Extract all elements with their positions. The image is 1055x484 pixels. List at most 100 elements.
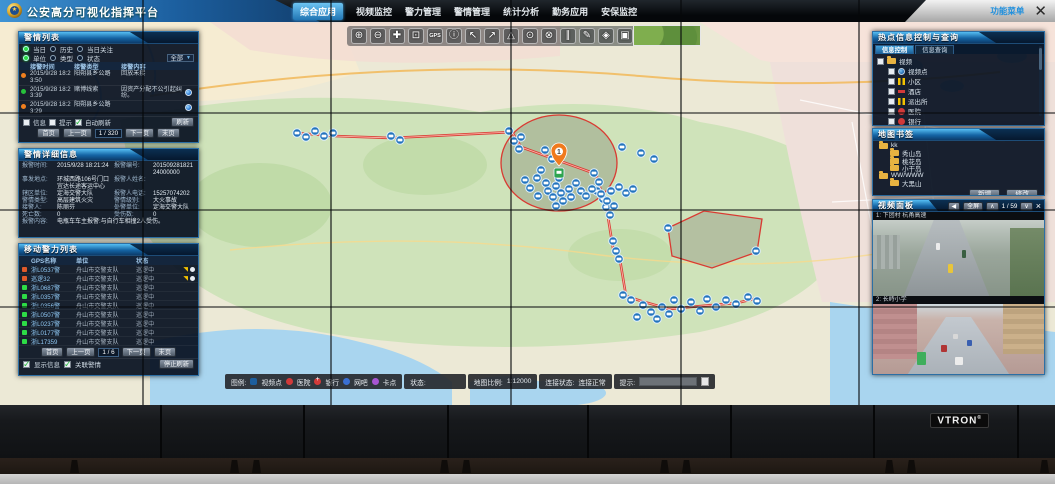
camera-marker[interactable] <box>619 291 628 300</box>
camera-marker[interactable] <box>396 136 405 145</box>
clear-icon[interactable]: ⊗ <box>541 28 557 44</box>
camera-marker[interactable] <box>590 169 599 178</box>
locate-globe-icon[interactable] <box>185 89 192 96</box>
tree-checkbox[interactable] <box>888 98 895 105</box>
camera-marker[interactable] <box>293 129 302 138</box>
table-row[interactable]: 巡逻32舟山市交警支队巡逻中 ◥ <box>19 274 198 283</box>
radio-history[interactable] <box>50 46 56 52</box>
camera-marker[interactable] <box>541 146 550 155</box>
radio-today-follow[interactable] <box>77 46 83 52</box>
camera-marker[interactable] <box>588 185 597 194</box>
bookmark-item[interactable]: 秀山岛 <box>873 150 1044 158</box>
tree-item[interactable]: 酒店 <box>873 86 1044 96</box>
table-row[interactable]: 浙L0507警舟山市交警支队巡逻中 <box>19 310 198 319</box>
show-info-checkbox[interactable] <box>23 361 30 368</box>
camera-marker[interactable] <box>302 133 311 142</box>
camera-marker[interactable] <box>637 149 646 158</box>
overview-map-thumbnail[interactable] <box>633 25 701 46</box>
radio-status[interactable] <box>77 55 83 61</box>
radio-unit[interactable] <box>23 55 29 61</box>
menu-item-force[interactable]: 警力管理 <box>405 5 441 18</box>
draw-pencil-icon[interactable]: ✎ <box>579 28 595 44</box>
camera-marker[interactable] <box>311 127 320 136</box>
menu-item-stats[interactable]: 统计分析 <box>503 5 539 18</box>
camera-marker[interactable] <box>537 166 546 175</box>
table-row[interactable]: 2015/9/28 18:23:39赌博线索因资产分配不公引起纠纷。 <box>19 86 198 102</box>
prev-page-button[interactable]: 上一页 <box>66 347 95 357</box>
table-row[interactable]: 浙L0237警舟山市交警支队巡逻中 <box>19 319 198 328</box>
polyline-select-icon[interactable]: ↗ <box>484 28 500 44</box>
menu-item-video[interactable]: 视频监控 <box>356 5 392 18</box>
first-page-button[interactable]: 首页 <box>41 347 64 357</box>
camera-marker[interactable] <box>572 179 581 188</box>
camera-marker[interactable] <box>505 127 514 136</box>
camera-marker[interactable] <box>647 308 656 317</box>
full-extent-icon[interactable]: ⊡ <box>408 28 424 44</box>
camera-marker[interactable] <box>567 193 576 202</box>
camera-marker[interactable] <box>517 133 526 142</box>
camera-marker[interactable] <box>387 132 396 141</box>
filter-dropdown[interactable]: 全部▼ <box>167 54 194 62</box>
tree-item[interactable]: 银行 <box>873 116 1044 126</box>
radio-type[interactable] <box>50 55 56 61</box>
camera-marker[interactable] <box>521 176 530 185</box>
camera-marker[interactable] <box>606 211 615 220</box>
tree-item[interactable]: 小区 <box>873 76 1044 86</box>
camera-marker[interactable] <box>549 193 558 202</box>
camera-marker[interactable] <box>615 255 624 264</box>
camera-marker[interactable] <box>515 145 524 154</box>
auto-refresh-checkbox[interactable] <box>75 119 82 126</box>
table-row[interactable]: 浙L0537警舟山市交警支队巡逻中 ◥ <box>19 265 198 274</box>
bookmark-item[interactable]: kk <box>873 142 1044 150</box>
camera-marker[interactable] <box>665 310 674 319</box>
tree-checkbox[interactable] <box>877 58 884 65</box>
close-icon[interactable]: ✕ <box>1034 4 1047 19</box>
last-page-button[interactable]: 末页 <box>157 128 180 138</box>
prev-page-button[interactable]: 上一页 <box>63 128 92 138</box>
camera-marker[interactable] <box>615 183 624 192</box>
refresh-button[interactable]: 刷新 <box>171 117 194 127</box>
zoom-box-icon[interactable]: ⊙ <box>522 28 538 44</box>
export-icon[interactable]: ▣ <box>617 28 633 44</box>
menu-item-alarm[interactable]: 警情管理 <box>454 5 490 18</box>
camera-marker[interactable] <box>703 295 712 304</box>
tab-info-control[interactable]: 信息控制 <box>875 45 914 54</box>
bookmark-modify-button[interactable]: 修改 <box>1006 189 1038 196</box>
select-arrow-icon[interactable]: ↖ <box>465 28 481 44</box>
camera-marker[interactable] <box>534 192 543 201</box>
function-menu-button[interactable]: 功能菜单 <box>990 5 1024 17</box>
camera-marker[interactable] <box>744 293 753 302</box>
table-row[interactable]: 浙L0357警舟山市交警支队巡逻中 <box>19 292 198 301</box>
camera-marker[interactable] <box>526 184 535 193</box>
tab-info-query[interactable]: 信息查询 <box>915 45 954 54</box>
camera-marker[interactable] <box>687 298 696 307</box>
eraser-icon[interactable]: ◈ <box>598 28 614 44</box>
stop-refresh-button[interactable]: 停止刷新 <box>159 359 194 369</box>
camera-marker[interactable] <box>533 174 542 183</box>
first-page-button[interactable]: 首页 <box>37 128 60 138</box>
tree-item[interactable]: 视频 <box>873 56 1044 66</box>
camera-marker[interactable] <box>650 155 659 164</box>
next-page-button[interactable]: 下一页 <box>122 347 151 357</box>
camera-marker[interactable] <box>653 315 662 324</box>
tip-input[interactable] <box>639 377 697 386</box>
camera-marker[interactable] <box>565 185 574 194</box>
info-icon[interactable]: ⓘ <box>446 28 462 44</box>
tree-checkbox[interactable] <box>888 118 895 125</box>
camera-marker[interactable] <box>320 132 329 141</box>
camera-marker[interactable] <box>664 224 673 233</box>
pan-icon[interactable]: ✚ <box>389 28 405 44</box>
bookmark-item[interactable]: 小干岛 <box>873 165 1044 173</box>
next-page-button[interactable]: 下一页 <box>125 128 154 138</box>
menu-item-security[interactable]: 安保监控 <box>601 5 637 18</box>
camera-marker[interactable] <box>542 179 551 188</box>
tree-item[interactable]: 医院 <box>873 106 1044 116</box>
tree-item[interactable]: 视频点 <box>873 66 1044 76</box>
tree-item[interactable]: 派出所 <box>873 96 1044 106</box>
radio-today[interactable] <box>23 46 29 52</box>
camera-marker[interactable] <box>557 189 566 198</box>
table-row[interactable]: 浙L17359舟山市交警支队巡逻中 <box>19 337 198 346</box>
tree-checkbox[interactable] <box>888 88 895 95</box>
camera-marker[interactable] <box>582 192 591 201</box>
camera-marker[interactable] <box>629 185 638 194</box>
